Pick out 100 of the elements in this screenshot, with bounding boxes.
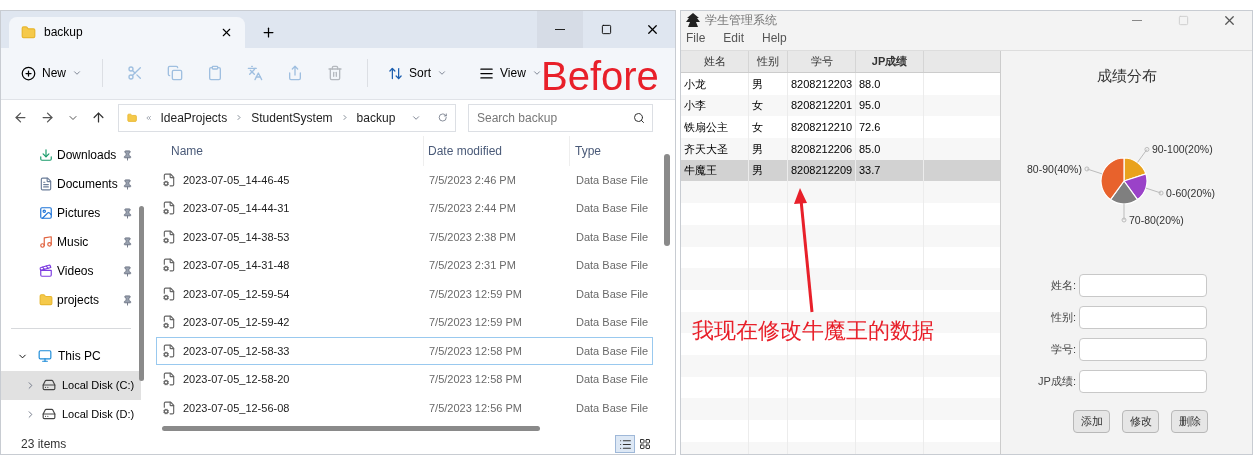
field-label: 姓名: xyxy=(1049,277,1076,293)
column-header[interactable]: Type xyxy=(570,141,601,160)
sidebar-item[interactable]: Videos xyxy=(1,256,141,286)
app-logo-icon xyxy=(685,12,701,28)
copy-icon[interactable] xyxy=(167,65,183,82)
file-row[interactable]: 2023-07-05_14-38-53 7/5/2023 2:38 PM Data Base File xyxy=(156,222,653,252)
file-row[interactable]: 2023-07-05_14-31-48 7/5/2023 2:31 PM Data Base File xyxy=(156,251,653,280)
file-date: 7/5/2023 12:59 PM xyxy=(428,286,523,302)
file-date: 7/5/2023 2:31 PM xyxy=(428,258,517,274)
minimize-icon xyxy=(555,28,565,30)
leader-line xyxy=(1084,165,1103,174)
input-field[interactable] xyxy=(1079,337,1207,361)
field-label: 学号: xyxy=(1049,341,1076,357)
monitor-icon xyxy=(38,349,52,364)
document-icon xyxy=(162,401,176,415)
plus-icon xyxy=(21,65,36,81)
file-date: 7/5/2023 2:44 PM xyxy=(428,201,517,217)
file-type: Data Base File xyxy=(575,286,649,302)
scrollbar[interactable] xyxy=(139,205,144,381)
item-count: 23 items xyxy=(21,436,68,454)
file-type: Data Base File xyxy=(575,229,649,245)
slice-label: 80-90(40%) xyxy=(1027,162,1082,175)
document-icon xyxy=(39,177,53,192)
scrollbar[interactable] xyxy=(664,153,670,246)
column-header[interactable]: 性别 xyxy=(749,51,788,72)
slice-label: 70-80(20%) xyxy=(1129,213,1184,226)
cut-icon[interactable] xyxy=(127,65,143,82)
file-row[interactable]: 2023-07-05_12-56-08 7/5/2023 12:56 PM Data Base File xyxy=(156,393,653,423)
menu-item[interactable]: File xyxy=(686,29,706,47)
file-type: Data Base File xyxy=(575,343,649,359)
scrollbar[interactable] xyxy=(162,426,540,432)
maximize-icon xyxy=(600,23,612,35)
breadcrumb-item[interactable]: backup xyxy=(356,108,396,127)
new-tab-icon[interactable] xyxy=(261,24,276,40)
leader-line xyxy=(1121,203,1127,222)
trash-icon[interactable] xyxy=(327,65,343,82)
menu-item[interactable]: Edit xyxy=(723,29,745,47)
input-field[interactable] xyxy=(1079,305,1207,329)
file-row[interactable]: 2023-07-05_12-58-33 7/5/2023 12:58 PM Data Base File xyxy=(156,336,653,366)
document-icon xyxy=(162,287,176,301)
file-type: Data Base File xyxy=(575,201,649,217)
tab-title: backup xyxy=(44,24,84,42)
sidebar-item[interactable]: Pictures xyxy=(1,198,141,228)
paste-icon[interactable] xyxy=(207,65,223,82)
file-date: 7/5/2023 2:38 PM xyxy=(428,229,517,245)
rename-icon[interactable] xyxy=(247,65,263,82)
table-cell: 齐天大圣 xyxy=(681,138,749,160)
drive-icon xyxy=(42,407,56,422)
refresh-icon[interactable] xyxy=(437,111,447,125)
sidebar-item[interactable]: Documents xyxy=(1,169,141,199)
search-field[interactable]: Search backup xyxy=(468,103,653,132)
table-row[interactable]: 齐天大圣 男 8208212206 85.0 xyxy=(681,138,1000,160)
lines-icon xyxy=(479,65,495,81)
back-icon[interactable] xyxy=(13,110,28,126)
table-cell: 男 xyxy=(749,73,788,95)
address-bar[interactable]: IdeaProjects StudentSystem backup xyxy=(118,103,456,132)
input-field[interactable] xyxy=(1079,369,1207,393)
up-icon[interactable] xyxy=(91,110,106,126)
breadcrumb-item[interactable]: IdeaProjects xyxy=(160,108,228,127)
file-row[interactable]: 2023-07-05_12-59-42 7/5/2023 12:59 PM Data Base File xyxy=(156,308,653,337)
new-button[interactable]: New xyxy=(17,58,86,89)
sidebar-item[interactable]: Music xyxy=(1,227,141,257)
grid-icon xyxy=(639,438,651,451)
sort-icon xyxy=(388,65,403,81)
file-row[interactable]: 2023-07-05_12-58-20 7/5/2023 12:58 PM Data Base File xyxy=(156,365,653,394)
table-cell: 8208212206 xyxy=(788,138,856,160)
tree-item[interactable]: Local Disk (C:) xyxy=(1,370,141,400)
column-header[interactable]: Date modified xyxy=(424,135,570,166)
file-row[interactable]: 2023-07-05_12-59-54 7/5/2023 12:59 PM Data Base File xyxy=(156,279,653,309)
document-icon xyxy=(162,258,176,273)
column-header[interactable]: Name xyxy=(156,135,424,166)
menu-item[interactable]: Help xyxy=(762,29,787,47)
minimize-icon xyxy=(1132,19,1142,21)
field-label: JP成绩: xyxy=(1037,373,1076,389)
sort-button[interactable]: Sort xyxy=(384,58,452,89)
column-header[interactable]: 姓名 xyxy=(681,51,749,72)
column-header[interactable]: 学号 xyxy=(788,51,856,72)
view-toggle[interactable] xyxy=(615,435,635,454)
sidebar-item[interactable]: Downloads xyxy=(1,140,141,170)
tab[interactable]: backup xyxy=(9,16,245,48)
sidebar-item[interactable]: projects xyxy=(1,285,141,315)
share-icon[interactable] xyxy=(287,65,303,82)
table-cell: 8208212203 xyxy=(788,73,856,95)
document-icon xyxy=(162,230,176,244)
forward-icon[interactable] xyxy=(40,110,55,126)
action-button[interactable]: 添加 xyxy=(1073,409,1110,433)
table-row[interactable]: 牛魔王 男 8208212209 33.7 xyxy=(681,159,1000,182)
file-row[interactable]: 2023-07-05_14-44-31 7/5/2023 2:44 PM Data Base File xyxy=(156,194,653,223)
table-row[interactable]: 小李 女 8208212201 95.0 xyxy=(681,94,1000,117)
file-row[interactable]: 2023-07-05_14-46-45 7/5/2023 2:46 PM Data Base File xyxy=(156,165,653,195)
tree-item[interactable]: This PC xyxy=(1,341,141,371)
leader-line xyxy=(1137,146,1150,163)
column-header[interactable]: JP成绩 xyxy=(856,51,924,72)
file-date: 7/5/2023 2:46 PM xyxy=(428,172,517,188)
action-button[interactable]: 删除 xyxy=(1171,409,1208,433)
breadcrumb-item[interactable]: StudentSystem xyxy=(251,108,333,127)
file-date: 7/5/2023 12:59 PM xyxy=(428,315,523,331)
input-field[interactable] xyxy=(1079,273,1207,297)
action-button[interactable]: 修改 xyxy=(1122,409,1159,433)
tree-item[interactable]: Local Disk (D:) xyxy=(1,399,141,429)
